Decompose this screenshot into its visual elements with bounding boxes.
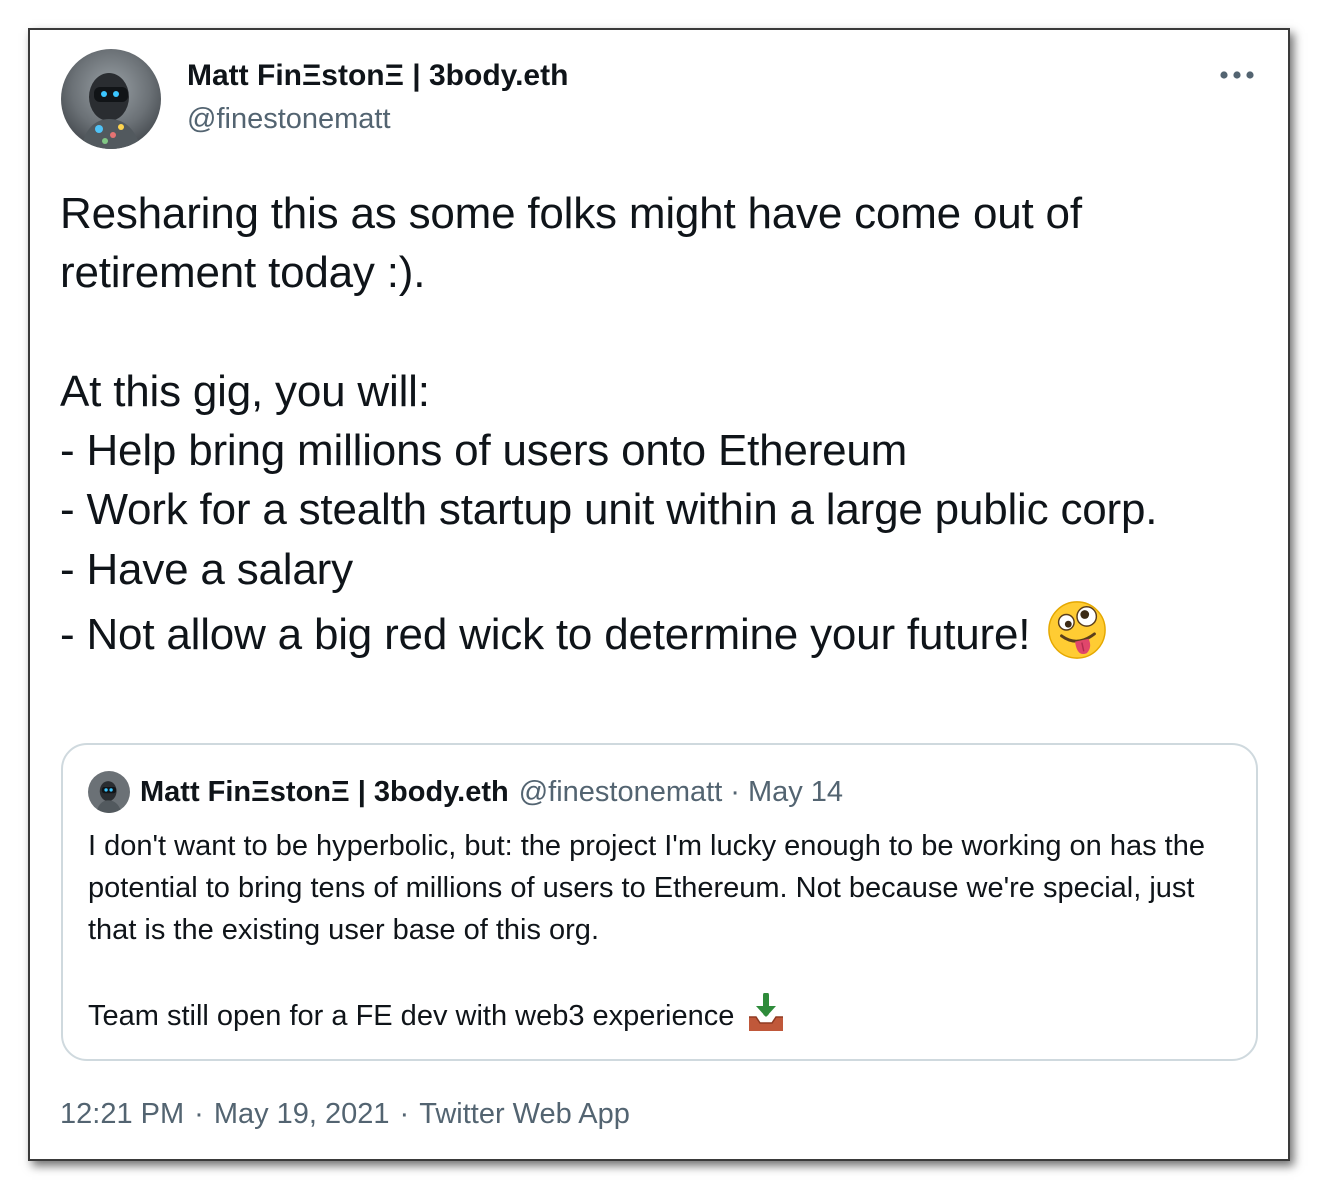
quoted-author-handle: @finestonematt — [518, 775, 723, 808]
quoted-author-name: Matt FinΞstonΞ | 3body.eth — [140, 775, 509, 808]
tweet-time[interactable]: 12:21 PM — [60, 1098, 184, 1130]
meta-separator: · — [194, 1098, 204, 1130]
quoted-date: May 14 — [747, 775, 844, 808]
quoted-tweet[interactable]: Matt FinΞstonΞ | 3body.eth @finestonemat… — [61, 743, 1258, 1061]
avatar-image — [61, 49, 161, 149]
more-horizontal-icon — [1220, 71, 1254, 79]
more-options-button[interactable] — [1215, 60, 1259, 90]
inbox-tray-emoji — [749, 993, 784, 1031]
tweet-card: Matt FinΞstonΞ | 3body.eth @finestonemat… — [28, 28, 1290, 1161]
author-avatar[interactable] — [61, 49, 161, 149]
zany-face-emoji — [1048, 601, 1107, 659]
quoted-tweet-header: Matt FinΞstonΞ | 3body.eth @finestonemat… — [88, 770, 843, 814]
author-handle[interactable]: @finestonematt — [187, 101, 391, 137]
tweet-text-content: Resharing this as some folks might have … — [60, 189, 1158, 660]
quoted-avatar-image — [88, 771, 130, 813]
quoted-separator: · — [730, 775, 740, 808]
quoted-tweet-text: I don't want to be hyperbolic, but: the … — [88, 825, 1238, 1037]
quoted-author-avatar — [88, 771, 130, 813]
author-name[interactable]: Matt FinΞstonΞ | 3body.eth — [187, 58, 568, 94]
tweet-meta: 12:21 PM · May 19, 2021 · Twitter Web App — [60, 1096, 630, 1132]
quoted-tweet-text-content: I don't want to be hyperbolic, but: the … — [88, 830, 1205, 1032]
meta-separator: · — [399, 1098, 410, 1130]
tweet-date[interactable]: May 19, 2021 — [214, 1098, 390, 1130]
tweet-source[interactable]: Twitter Web App — [419, 1098, 630, 1130]
tweet-text: Resharing this as some folks might have … — [60, 184, 1260, 664]
